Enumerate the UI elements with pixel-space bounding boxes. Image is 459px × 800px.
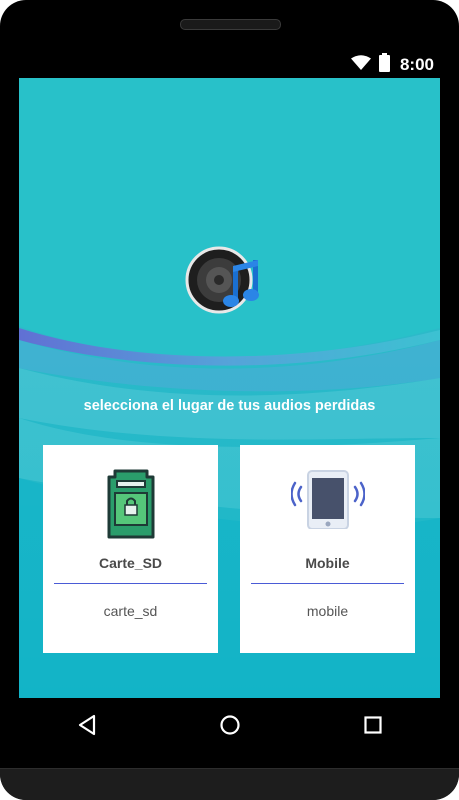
status-time: 8:00 [399,55,434,74]
sd-card-option[interactable]: Carte_SD carte_sd [43,445,218,653]
card-subtitle: mobile [306,603,349,619]
back-icon[interactable] [75,712,101,738]
sd-card-icon [107,469,154,539]
recents-icon[interactable] [360,712,386,738]
wifi-icon [350,55,371,75]
navigation-bar [19,698,440,752]
prompt-text: selecciona el lugar de tus audios perdid… [83,398,376,414]
mobile-option[interactable]: Mobile mobile [240,445,415,653]
earpiece-speaker [180,19,281,30]
card-divider [54,583,207,584]
card-subtitle: carte_sd [103,603,158,619]
status-bar: 8:00 [19,52,440,78]
app-screen: selecciona el lugar de tus audios perdid… [19,78,440,698]
phone-vibrate-icon [290,470,365,529]
battery-icon [378,53,390,77]
speaker-music-note-icon [185,246,259,314]
phone-frame: 8:00 selecciona el lugar de tus audios p… [0,0,459,800]
home-icon[interactable] [217,712,243,738]
bottom-bezel [0,768,459,800]
card-title: Mobile [305,555,350,571]
card-title: Carte_SD [98,555,163,571]
card-divider [251,583,404,584]
